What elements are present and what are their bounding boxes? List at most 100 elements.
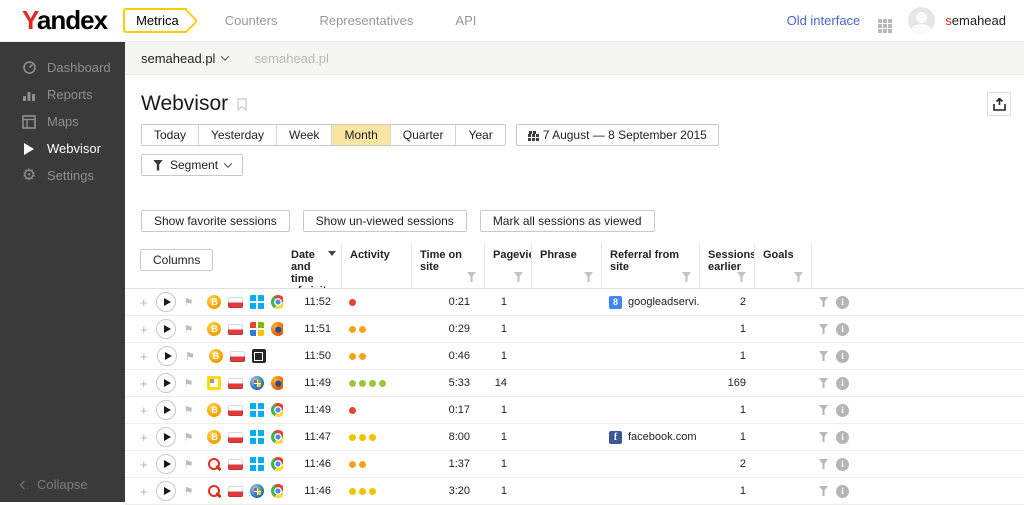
play-session-button[interactable]: [155, 400, 176, 420]
referral-value[interactable]: facebook.com: [601, 424, 699, 450]
filter-similar-sessions-icon[interactable]: [819, 405, 828, 415]
old-interface-link[interactable]: Old interface: [787, 13, 861, 28]
add-to-favorites-icon[interactable]: [140, 376, 148, 391]
play-session-button[interactable]: [155, 319, 176, 339]
filter-funnel-icon[interactable]: [794, 272, 803, 282]
referral-link[interactable]: googleadservi...: [628, 296, 699, 308]
table-row[interactable]: 11:51 0:29 1 1: [125, 316, 1024, 343]
play-session-button[interactable]: [155, 427, 176, 447]
col-header-sessions-earlier[interactable]: Sessions earlier: [699, 243, 754, 288]
segment-button[interactable]: Segment: [141, 154, 244, 176]
flag-session-icon[interactable]: [184, 431, 194, 444]
columns-button[interactable]: Columns: [140, 249, 214, 271]
session-info-icon[interactable]: [836, 322, 849, 336]
flag-session-icon[interactable]: [184, 323, 194, 336]
nav-api[interactable]: API: [455, 13, 476, 28]
add-to-favorites-icon[interactable]: [140, 430, 148, 445]
filter-similar-sessions-icon[interactable]: [819, 351, 828, 361]
flag-session-icon[interactable]: [184, 296, 194, 309]
col-header-activity[interactable]: Activity: [341, 243, 411, 288]
flag-session-icon[interactable]: [185, 350, 195, 363]
filter-similar-sessions-icon[interactable]: [819, 432, 828, 442]
referral-value[interactable]: [601, 370, 699, 396]
table-row[interactable]: 11:52 0:21 1 googleadservi... 2: [125, 289, 1024, 316]
filter-similar-sessions-icon[interactable]: [819, 378, 828, 388]
session-info-icon[interactable]: [836, 484, 849, 498]
referral-value[interactable]: [601, 343, 699, 369]
mark-all-viewed-button[interactable]: Mark all sessions as viewed: [479, 210, 655, 232]
add-to-favorites-icon[interactable]: [140, 349, 149, 364]
tab-yesterday[interactable]: Yesterday: [199, 125, 277, 145]
sidebar-item-reports[interactable]: Reports: [0, 81, 125, 108]
site-selector[interactable]: semahead.pl: [141, 51, 230, 66]
metrica-badge[interactable]: Metrica: [123, 8, 187, 33]
table-row[interactable]: 11:49 0:17 1 1: [125, 397, 1024, 424]
filter-similar-sessions-icon[interactable]: [819, 324, 828, 334]
referral-value[interactable]: [601, 397, 699, 423]
flag-session-icon[interactable]: [184, 485, 194, 498]
session-info-icon[interactable]: [836, 430, 849, 444]
nav-representatives[interactable]: Representatives: [319, 13, 413, 28]
bookmark-icon[interactable]: [237, 97, 247, 111]
table-row[interactable]: 11:46 3:20 1 1: [125, 478, 1024, 505]
play-session-button[interactable]: [155, 292, 176, 312]
apps-grid-icon[interactable]: [878, 18, 883, 23]
tab-quarter[interactable]: Quarter: [390, 125, 457, 145]
tab-week[interactable]: Week: [276, 125, 333, 145]
username[interactable]: semahead: [945, 13, 1006, 28]
session-info-icon[interactable]: [836, 349, 849, 363]
sidebar-item-maps[interactable]: Maps: [0, 108, 125, 135]
filter-similar-sessions-icon[interactable]: [819, 297, 828, 307]
col-header-pageviews[interactable]: Pageviews: [484, 243, 531, 288]
table-row[interactable]: 11:47 8:00 1 facebook.com 1: [125, 424, 1024, 451]
col-header-date[interactable]: Date and time of visit: [283, 243, 341, 288]
play-session-button[interactable]: [155, 373, 176, 393]
session-info-icon[interactable]: [836, 403, 849, 417]
play-session-button[interactable]: [155, 454, 176, 474]
filter-funnel-icon[interactable]: [682, 272, 691, 282]
filter-similar-sessions-icon[interactable]: [819, 459, 828, 469]
show-favorite-sessions-button[interactable]: Show favorite sessions: [141, 210, 290, 232]
yandex-logo[interactable]: Yandex: [22, 5, 108, 36]
add-to-favorites-icon[interactable]: [140, 457, 148, 472]
col-header-referral[interactable]: Referral from site: [601, 243, 699, 288]
flag-session-icon[interactable]: [184, 377, 194, 390]
col-header-time-on-site[interactable]: Time on site: [411, 243, 484, 288]
export-button[interactable]: [987, 92, 1011, 116]
nav-counters[interactable]: Counters: [225, 13, 278, 28]
filter-funnel-icon[interactable]: [584, 272, 593, 282]
filter-funnel-icon[interactable]: [514, 272, 523, 282]
referral-value[interactable]: googleadservi...: [601, 289, 699, 315]
session-info-icon[interactable]: [836, 295, 849, 309]
add-to-favorites-icon[interactable]: [140, 322, 148, 337]
referral-value[interactable]: [601, 478, 699, 504]
sidebar-item-settings[interactable]: ⚙ Settings: [0, 162, 125, 189]
filter-funnel-icon[interactable]: [467, 272, 476, 282]
table-row[interactable]: 11:49 5:33 14 169: [125, 370, 1024, 397]
sidebar-item-dashboard[interactable]: Dashboard: [0, 54, 125, 81]
flag-session-icon[interactable]: [184, 458, 194, 471]
tab-today[interactable]: Today: [142, 125, 200, 145]
filter-funnel-icon[interactable]: [737, 272, 746, 282]
referral-value[interactable]: [601, 316, 699, 342]
play-session-button[interactable]: [155, 481, 176, 501]
tab-year[interactable]: Year: [456, 125, 505, 145]
col-header-phrase[interactable]: Phrase: [531, 243, 601, 288]
sidebar-collapse-button[interactable]: Collapse: [19, 477, 88, 492]
add-to-favorites-icon[interactable]: [140, 403, 148, 418]
show-unviewed-sessions-button[interactable]: Show un-viewed sessions: [302, 210, 467, 232]
add-to-favorites-icon[interactable]: [140, 295, 148, 310]
session-info-icon[interactable]: [836, 457, 849, 471]
referral-value[interactable]: [601, 451, 699, 477]
filter-similar-sessions-icon[interactable]: [819, 486, 828, 496]
play-session-button[interactable]: [157, 346, 177, 366]
avatar[interactable]: [908, 7, 936, 34]
session-info-icon[interactable]: [836, 376, 849, 390]
col-header-goals[interactable]: Goals: [754, 243, 811, 288]
tab-month[interactable]: Month: [332, 125, 391, 145]
table-row[interactable]: 11:46 1:37 1 2: [125, 451, 1024, 478]
referral-link[interactable]: facebook.com: [628, 431, 696, 443]
table-row[interactable]: 11:50 0:46 1 1: [125, 343, 1024, 370]
date-range-button[interactable]: 7 August — 8 September 2015: [515, 124, 719, 146]
flag-session-icon[interactable]: [184, 404, 194, 417]
